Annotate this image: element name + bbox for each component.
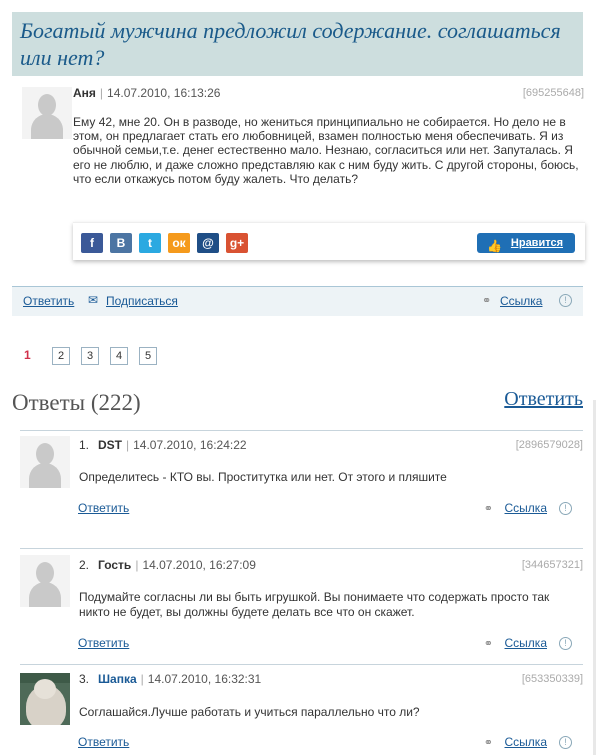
answer-meta: Шапка | 14.07.2010, 16:32:31 xyxy=(98,672,262,686)
answers-heading: Ответы (222) xyxy=(12,390,141,415)
answer-reply-link[interactable]: Ответить xyxy=(78,735,129,749)
answer-text: Подумайте согласны ли вы быть игрушкой. … xyxy=(79,590,550,619)
facebook-icon[interactable]: f xyxy=(81,233,103,253)
twitter-icon[interactable]: t xyxy=(139,233,161,253)
answer-item: 1. DST | 14.07.2010, 16:24:22 [2896579028]… xyxy=(20,430,583,530)
info-icon[interactable]: ! xyxy=(559,637,572,650)
info-icon[interactable]: ! xyxy=(559,294,572,307)
answer-id: [344657321] xyxy=(521,559,583,571)
question-body: Ему 42, мне 20. Он в разводе, но женитьс… xyxy=(73,115,579,186)
odnoklassniki-icon[interactable]: ок xyxy=(168,233,190,253)
answer-permalink[interactable]: Ссылка xyxy=(505,735,547,749)
pager-page-4[interactable]: 4 xyxy=(110,347,128,365)
question-title: Богатый мужчина предложил содержание. со… xyxy=(20,18,561,70)
share-bar: f В t ок @ g+ 👍 Нравится xyxy=(73,222,585,260)
envelope-icon: ✉ xyxy=(88,293,99,307)
question-title-box: Богатый мужчина предложил содержание. со… xyxy=(12,12,583,76)
subscribe-link[interactable]: Подписаться xyxy=(106,294,178,308)
answer-number: 1. xyxy=(79,438,90,452)
answer-avatar[interactable] xyxy=(20,436,70,488)
answer-id: [2896579028] xyxy=(515,439,583,451)
answer-meta: Гость | 14.07.2010, 16:27:09 xyxy=(98,558,256,572)
answer-avatar-cat[interactable] xyxy=(20,673,70,725)
answer-date: 14.07.2010, 16:32:31 xyxy=(147,672,262,686)
answer-id: [653350339] xyxy=(521,673,583,685)
like-button[interactable]: 👍 Нравится xyxy=(477,233,575,253)
googleplus-icon[interactable]: g+ xyxy=(226,233,248,253)
info-icon[interactable]: ! xyxy=(559,502,572,515)
pager-page-3[interactable]: 3 xyxy=(81,347,99,365)
answer-author[interactable]: Шапка xyxy=(98,672,137,686)
answers-reply-link[interactable]: Ответить xyxy=(504,388,583,411)
answer-number: 3. xyxy=(79,672,90,686)
answer-meta: DST | 14.07.2010, 16:24:22 xyxy=(98,438,247,452)
answer-author[interactable]: Гость xyxy=(98,558,131,572)
mailru-icon[interactable]: @ xyxy=(197,233,219,253)
answer-permalink[interactable]: Ссылка xyxy=(505,636,547,650)
answer-item: 3. Шапка | 14.07.2010, 16:32:31 [653350339… xyxy=(20,664,583,755)
permalink-link[interactable]: Ссылка xyxy=(500,294,542,308)
pager-page-2[interactable]: 2 xyxy=(52,347,70,365)
answer-text: Определитесь - КТО вы. Проститутка или н… xyxy=(79,470,447,484)
pager-current-page: 1 xyxy=(24,348,31,362)
answer-text: Соглашайся.Лучше работать и учиться пара… xyxy=(79,705,420,719)
answer-item: 2. Гость | 14.07.2010, 16:27:09 [344657321… xyxy=(20,548,583,658)
author-avatar[interactable] xyxy=(22,87,72,139)
thumbs-up-icon: 👍 xyxy=(487,239,502,253)
answer-date: 14.07.2010, 16:27:09 xyxy=(142,558,256,572)
chain-link-icon: ⚭ xyxy=(482,295,492,307)
reply-link[interactable]: Ответить xyxy=(23,294,74,308)
chain-link-icon: ⚭ xyxy=(483,503,493,515)
vkontakte-icon[interactable]: В xyxy=(110,233,132,253)
question-author[interactable]: Аня xyxy=(73,86,96,100)
chain-link-icon: ⚭ xyxy=(483,737,493,749)
answer-date: 14.07.2010, 16:24:22 xyxy=(133,438,247,452)
answer-reply-link[interactable]: Ответить xyxy=(78,636,129,650)
pager-page-5[interactable]: 5 xyxy=(139,347,157,365)
answer-avatar[interactable] xyxy=(20,555,70,607)
answer-reply-link[interactable]: Ответить xyxy=(78,501,129,515)
chain-link-icon: ⚭ xyxy=(483,638,493,650)
question-action-bar: Ответить ✉ Подписаться ⚭ Ссылка ! xyxy=(12,286,583,316)
question-id: [695255648] xyxy=(522,87,584,99)
question-date: 14.07.2010, 16:13:26 xyxy=(107,86,221,100)
answer-number: 2. xyxy=(79,558,90,572)
answer-author[interactable]: DST xyxy=(98,438,122,452)
answer-permalink[interactable]: Ссылка xyxy=(505,501,547,515)
info-icon[interactable]: ! xyxy=(559,736,572,749)
question-meta: Аня | 14.07.2010, 16:13:26 xyxy=(73,86,221,100)
